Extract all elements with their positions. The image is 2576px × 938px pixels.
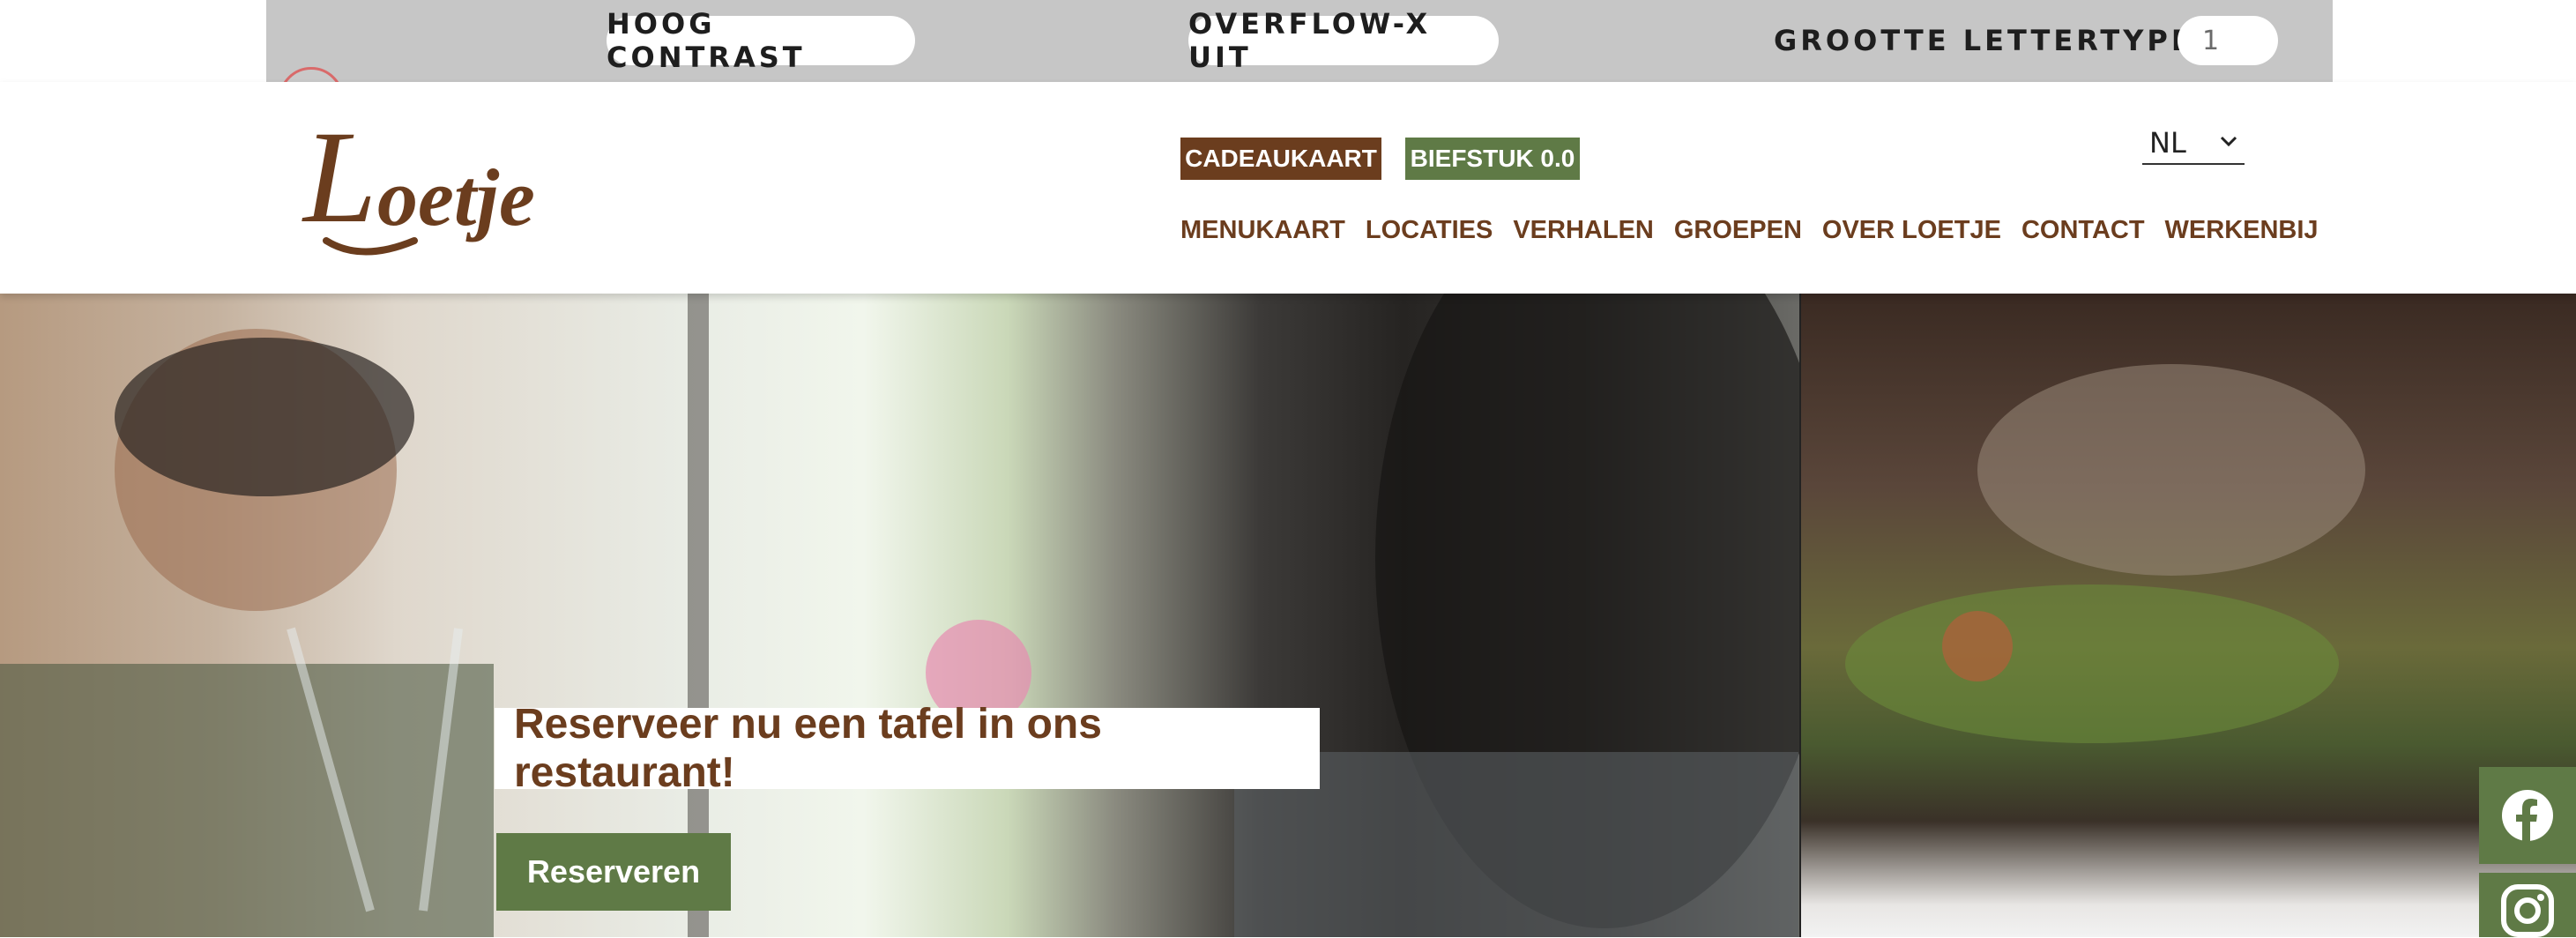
svg-text:L: L bbox=[302, 108, 376, 250]
nav-item-verhalen[interactable]: VERHALEN bbox=[1513, 216, 1654, 245]
nav-item-menukaart[interactable]: MENUKAART bbox=[1180, 216, 1345, 245]
instagram-link[interactable] bbox=[2479, 873, 2576, 937]
loetje-logo[interactable]: L oetje bbox=[300, 104, 582, 267]
font-size-input[interactable] bbox=[2178, 16, 2278, 65]
reserve-button[interactable]: Reserveren bbox=[496, 833, 731, 911]
high-contrast-button[interactable]: HOOG CONTRAST bbox=[607, 7, 915, 74]
site-header: L oetje CADEAUKAART BIEFSTUK 0.0 NL MENU… bbox=[0, 82, 2576, 294]
facebook-link[interactable] bbox=[2479, 767, 2576, 864]
main-nav: MENUKAART LOCATIES VERHALEN GROEPEN OVER… bbox=[1180, 216, 2339, 245]
nav-item-werkenbij[interactable]: WERKENBIJ bbox=[2165, 216, 2319, 245]
chevron-down-icon bbox=[2220, 135, 2237, 152]
language-select[interactable]: NL bbox=[2142, 123, 2245, 165]
nav-item-locaties[interactable]: LOCATIES bbox=[1366, 216, 1493, 245]
instagram-icon bbox=[2501, 884, 2554, 937]
steak-button[interactable]: BIEFSTUK 0.0 bbox=[1405, 138, 1580, 180]
nav-item-groepen[interactable]: GROEPEN bbox=[1674, 216, 1802, 245]
accessibility-toolbar: HOOG CONTRAST OVERFLOW-X UIT GROOTTE LET… bbox=[266, 0, 2333, 82]
nav-item-contact[interactable]: CONTACT bbox=[2021, 216, 2145, 245]
gift-card-button[interactable]: CADEAUKAART bbox=[1180, 138, 1381, 180]
hero-image-people-toasting bbox=[0, 294, 1799, 937]
svg-text:oetje: oetje bbox=[377, 153, 535, 242]
language-value: NL bbox=[2149, 126, 2186, 160]
facebook-icon bbox=[2502, 790, 2553, 841]
overflow-toggle-button[interactable]: OVERFLOW-X UIT bbox=[1188, 7, 1499, 74]
hero-image-food bbox=[1801, 294, 2576, 937]
nav-item-over-loetje[interactable]: OVER LOETJE bbox=[1822, 216, 2001, 245]
hero-caption: Reserveer nu een tafel in ons restaurant… bbox=[495, 701, 1320, 796]
